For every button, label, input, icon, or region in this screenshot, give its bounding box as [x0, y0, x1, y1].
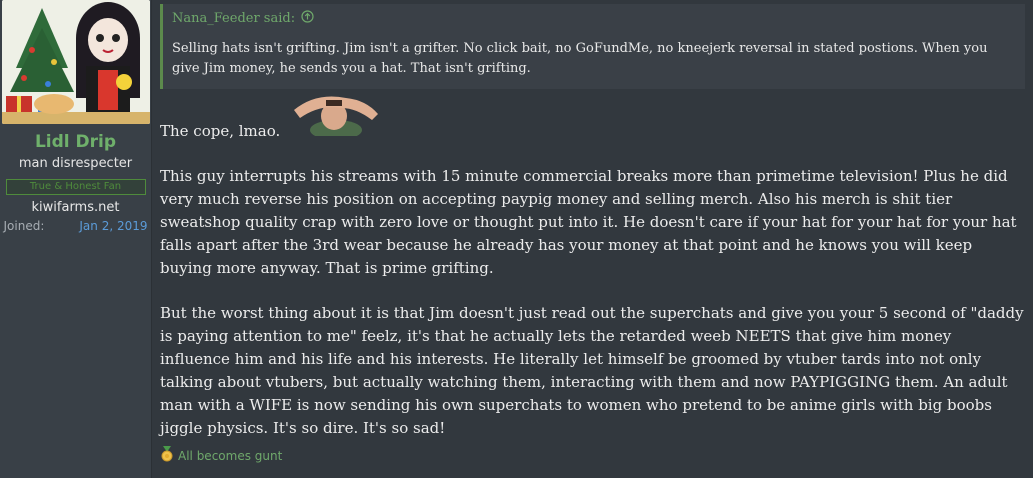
post-content: Nana_Feeder said: Selling hats isn't gri…: [152, 0, 1033, 478]
reply-body: The cope, lmao. This guy interrupts his …: [160, 90, 1033, 440]
quote-author[interactable]: Nana_Feeder said:: [172, 11, 295, 26]
facepalm-emoji: [286, 90, 383, 143]
reply-paragraph-1: This guy interrupts his streams with 15 …: [160, 167, 1017, 277]
user-banner: True & Honest Fan: [5, 179, 146, 195]
reply-line1: The cope, lmao.: [160, 122, 281, 140]
medal-icon: [160, 446, 174, 465]
arrow-up-circle-icon[interactable]: [301, 10, 314, 27]
avatar[interactable]: [1, 0, 150, 124]
post: Lidl Drip man disrespecter True & Honest…: [0, 0, 1033, 478]
user-title: man disrespecter: [18, 156, 133, 171]
quote-text: Selling hats isn't grifting. Jim isn't a…: [172, 41, 988, 76]
reaction-bar[interactable]: All becomes gunt: [160, 446, 1033, 465]
reply-first-line: The cope, lmao.: [160, 90, 1033, 143]
user-panel: Lidl Drip man disrespecter True & Honest…: [0, 0, 152, 478]
user-site: kiwifarms.net: [31, 200, 120, 215]
joined-date: Jan 2, 2019: [79, 219, 148, 233]
reaction-label[interactable]: All becomes gunt: [178, 449, 282, 463]
username[interactable]: Lidl Drip: [35, 132, 116, 152]
reply-paragraph-2: But the worst thing about it is that Jim…: [160, 304, 1024, 437]
quote-block: Nana_Feeder said: Selling hats isn't gri…: [160, 4, 1025, 89]
joined-row: Joined: Jan 2, 2019: [2, 219, 150, 233]
quote-header[interactable]: Nana_Feeder said:: [172, 10, 1015, 27]
joined-label: Joined:: [3, 219, 45, 233]
